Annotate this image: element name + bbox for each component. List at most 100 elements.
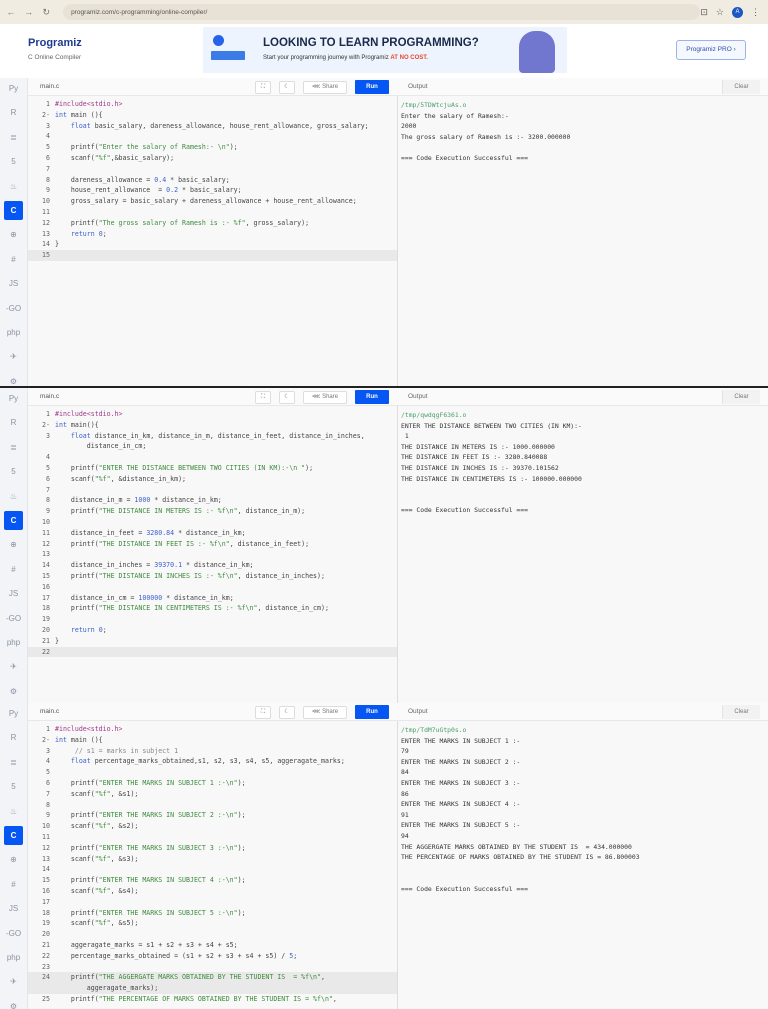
code-line[interactable]: 5 printf("ENTER THE DISTANCE BETWEEN TWO… <box>28 463 397 474</box>
code-line[interactable]: 19 scanf("%f", &s5); <box>28 918 397 929</box>
lang-python-icon[interactable]: Py <box>4 704 23 723</box>
lang-java-icon[interactable]: ♨ <box>4 802 23 821</box>
code-line[interactable]: 8 dareness_allowance = 0.4 * basic_salar… <box>28 175 397 186</box>
share-button[interactable]: ⋘ Share <box>303 391 347 404</box>
code-line[interactable]: 13 scanf("%f", &s3); <box>28 854 397 865</box>
lang-sql-icon[interactable]: ≣ <box>4 753 23 772</box>
code-line[interactable]: 12 printf("ENTER THE MARKS IN SUBJECT 3 … <box>28 843 397 854</box>
theme-toggle-icon[interactable]: ☾ <box>279 706 295 719</box>
run-button[interactable]: Run <box>355 80 389 94</box>
clear-button[interactable]: Clear <box>722 705 760 719</box>
bookmark-star-icon[interactable]: ☆ <box>716 7 724 18</box>
lang-csharp-icon[interactable]: # <box>4 560 23 579</box>
lang-swift-icon[interactable]: ✈ <box>4 347 23 366</box>
file-tab[interactable]: main.c <box>40 83 59 90</box>
theme-toggle-icon[interactable]: ☾ <box>279 81 295 94</box>
code-line[interactable]: 19 <box>28 614 397 625</box>
code-line[interactable]: 11 <box>28 207 397 218</box>
fullscreen-icon[interactable]: ⛶ <box>255 391 271 404</box>
ad-banner[interactable]: LOOKING TO LEARN PROGRAMMING? Start your… <box>203 27 567 73</box>
code-line[interactable]: 24 printf("THE AGGERGATE MARKS OBTAINED … <box>28 972 397 984</box>
code-line[interactable]: 1 #include<stdio.h> <box>28 99 397 110</box>
code-line[interactable]: 2- int main (){ <box>28 110 397 121</box>
lang-html-icon[interactable]: 5 <box>4 152 23 171</box>
code-line[interactable]: 21} <box>28 636 397 647</box>
code-line[interactable]: 10 scanf("%f", &s2); <box>28 821 397 832</box>
code-line[interactable]: 3 float distance_in_km, distance_in_m, d… <box>28 431 397 442</box>
output-console[interactable]: /tmp/5TDWtcjuAs.o Enter the salary of Ram… <box>398 96 768 386</box>
code-line[interactable]: 2- int main(){ <box>28 420 397 431</box>
menu-icon[interactable]: ⋮ <box>751 7 760 18</box>
code-editor[interactable]: 1 #include<stdio.h> 2- int main (){3 // s1 … <box>28 721 398 1009</box>
banner-learn-button[interactable] <box>211 51 245 60</box>
code-line[interactable]: 21 aggeragate_marks = s1 + s2 + s3 + s4 … <box>28 940 397 951</box>
code-line[interactable]: 4 float percentage_marks_obtained,s1, s2… <box>28 756 397 767</box>
code-line[interactable]: 15 printf("ENTER THE MARKS IN SUBJECT 4 … <box>28 875 397 886</box>
code-line[interactable]: 11 <box>28 832 397 843</box>
code-line[interactable]: 16 <box>28 582 397 593</box>
code-line[interactable]: 7 <box>28 164 397 175</box>
code-line[interactable]: 22 <box>28 646 397 658</box>
lang-php-icon[interactable]: php <box>4 633 23 652</box>
code-line[interactable]: 25 printf("THE PERCENTAGE OF MARKS OBTAI… <box>28 994 397 1005</box>
code-line[interactable]: 3 float basic_salary, dareness_allowance… <box>28 121 397 132</box>
code-line[interactable]: 9 printf("THE DISTANCE IN METERS IS :- %… <box>28 506 397 517</box>
lang-html-icon[interactable]: 5 <box>4 462 23 481</box>
code-line[interactable]: 6 scanf("%f", &distance_in_km); <box>28 474 397 485</box>
code-line[interactable]: 9 house_rent_allowance = 0.2 * basic_sal… <box>28 185 397 196</box>
lang-html-icon[interactable]: 5 <box>4 777 23 796</box>
code-line[interactable]: 15 <box>28 250 397 261</box>
code-line[interactable]: 8 distance_in_m = 1000 * distance_in_km; <box>28 495 397 506</box>
lang-r-icon[interactable]: R <box>4 103 23 122</box>
code-line[interactable]: 7 scanf("%f", &s1); <box>28 789 397 800</box>
code-line[interactable]: 17 <box>28 897 397 908</box>
code-editor[interactable]: 1 #include<stdio.h> 2- int main (){3 float … <box>28 96 398 386</box>
code-line[interactable]: 5 <box>28 767 397 778</box>
lang-csharp-icon[interactable]: # <box>4 875 23 894</box>
lang-php-icon[interactable]: php <box>4 323 23 342</box>
code-line[interactable]: 12 printf("THE DISTANCE IN FEET IS :- %f… <box>28 539 397 550</box>
lang-go-icon[interactable]: -GO <box>4 299 23 318</box>
output-console[interactable]: /tmp/TdM7uGtp0s.o ENTER THE MARKS IN SUBJ… <box>398 721 768 1009</box>
code-line[interactable]: 17 distance_in_cm = 100000 * distance_in… <box>28 593 397 604</box>
lang-c-icon[interactable]: C <box>4 201 23 220</box>
lang-swift-icon[interactable]: ✈ <box>4 972 23 991</box>
code-line[interactable]: 2- int main (){ <box>28 735 397 746</box>
lang-r-icon[interactable]: R <box>4 413 23 432</box>
lang-javascript-icon[interactable]: JS <box>4 274 23 293</box>
code-line[interactable]: 6 scanf("%f",&basic_salary); <box>28 153 397 164</box>
code-line[interactable]: 12 printf("The gross salary of Ramesh is… <box>28 218 397 229</box>
theme-toggle-icon[interactable]: ☾ <box>279 391 295 404</box>
code-line[interactable]: 20 <box>28 929 397 940</box>
code-line[interactable]: 20 return 0; <box>28 625 397 636</box>
extension-icon[interactable]: ⊡ <box>700 7 708 18</box>
code-line[interactable]: 15 printf("THE DISTANCE IN INCHES IS :- … <box>28 571 397 582</box>
forward-icon[interactable]: → <box>22 7 36 17</box>
lang-go-icon[interactable]: -GO <box>4 609 23 628</box>
run-button[interactable]: Run <box>355 390 389 404</box>
code-line[interactable]: 13 return 0; <box>28 229 397 240</box>
run-button[interactable]: Run <box>355 705 389 719</box>
lang-php-icon[interactable]: php <box>4 948 23 967</box>
code-line[interactable]: 4 <box>28 452 397 463</box>
output-console[interactable]: /tmp/qwdqgF6361.o ENTER THE DISTANCE BETW… <box>398 406 768 703</box>
code-line[interactable]: 11 distance_in_feet = 3280.84 * distance… <box>28 528 397 539</box>
lang-go-icon[interactable]: -GO <box>4 924 23 943</box>
lang-cpp-icon[interactable]: ⊕ <box>4 225 23 244</box>
code-line[interactable]: 13 <box>28 549 397 560</box>
file-tab[interactable]: main.c <box>40 393 59 400</box>
code-line[interactable]: 10 <box>28 517 397 528</box>
code-line[interactable]: 10 gross_salary = basic_salary + darenes… <box>28 196 397 207</box>
code-line[interactable]: 14} <box>28 239 397 250</box>
lang-swift-icon[interactable]: ✈ <box>4 657 23 676</box>
code-line[interactable]: 14 <box>28 864 397 875</box>
code-line[interactable]: 4 <box>28 131 397 142</box>
reload-icon[interactable]: ↻ <box>39 7 53 18</box>
code-line[interactable]: 23 <box>28 962 397 973</box>
fullscreen-icon[interactable]: ⛶ <box>255 706 271 719</box>
lang-c-icon[interactable]: C <box>4 826 23 845</box>
lang-cpp-icon[interactable]: ⊕ <box>4 850 23 869</box>
lang-csharp-icon[interactable]: # <box>4 250 23 269</box>
clear-button[interactable]: Clear <box>722 80 760 94</box>
code-line[interactable]: 22 percentage_marks_obtained = (s1 + s2 … <box>28 951 397 962</box>
